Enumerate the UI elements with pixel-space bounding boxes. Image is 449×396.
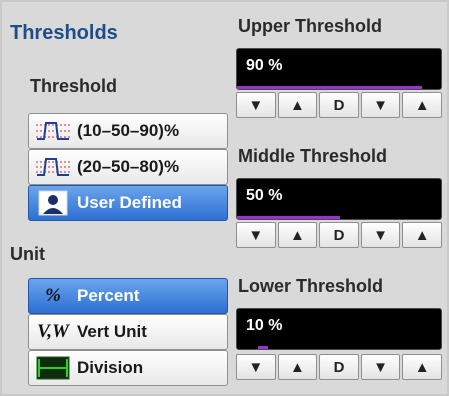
upper-coarse-increase-button[interactable]: ▲ <box>402 92 442 118</box>
middle-threshold-label: Middle Threshold <box>238 146 388 166</box>
threshold-user-defined-button[interactable]: User Defined <box>28 185 228 221</box>
lower-threshold-level-marker <box>258 346 268 349</box>
lower-threshold-value-field[interactable]: 10 % <box>236 308 442 350</box>
threshold-10-50-90-button[interactable]: (10–50–90)% <box>28 113 228 149</box>
upper-coarse-decrease-button[interactable]: ▼ <box>360 92 401 118</box>
middle-decrease-button[interactable]: ▼ <box>236 222 276 248</box>
unit-division-button[interactable]: Division <box>28 350 228 386</box>
upper-threshold-value-field[interactable]: 90 % <box>236 48 442 90</box>
unit-heading: Unit <box>10 244 45 264</box>
upper-threshold-level-bar <box>237 86 422 89</box>
threshold-option-label: User Defined <box>77 193 182 212</box>
lower-threshold-value: 10 % <box>246 317 283 334</box>
middle-coarse-increase-button[interactable]: ▲ <box>402 222 442 248</box>
upper-default-button[interactable]: D <box>319 92 359 118</box>
lower-decrease-button[interactable]: ▼ <box>236 354 276 380</box>
user-icon <box>29 190 77 216</box>
middle-threshold-controls: ▼ ▲ D ▼ ▲ <box>236 222 442 248</box>
percent-icon: % <box>45 285 61 306</box>
upper-increase-button[interactable]: ▲ <box>277 92 318 118</box>
unit-option-label: Percent <box>77 286 140 305</box>
threshold-heading: Threshold <box>30 76 118 96</box>
middle-threshold-value: 50 % <box>246 187 283 204</box>
unit-percent-button[interactable]: % Percent <box>28 278 228 314</box>
division-icon <box>29 356 77 380</box>
vert-unit-icon: V,W <box>37 321 69 342</box>
threshold-option-label: (20–50–80)% <box>77 157 180 176</box>
middle-increase-button[interactable]: ▲ <box>277 222 318 248</box>
unit-vert-unit-button[interactable]: V,W Vert Unit <box>28 314 228 350</box>
middle-threshold-level-bar <box>237 216 340 219</box>
lower-increase-button[interactable]: ▲ <box>277 354 318 380</box>
lower-coarse-increase-button[interactable]: ▲ <box>402 354 442 380</box>
lower-coarse-decrease-button[interactable]: ▼ <box>360 354 401 380</box>
upper-threshold-controls: ▼ ▲ D ▼ ▲ <box>236 92 442 118</box>
middle-default-button[interactable]: D <box>319 222 359 248</box>
lower-threshold-controls: ▼ ▲ D ▼ ▲ <box>236 354 442 380</box>
thresholds-title: Thresholds <box>10 22 118 44</box>
middle-coarse-decrease-button[interactable]: ▼ <box>360 222 401 248</box>
upper-threshold-label: Upper Threshold <box>238 16 383 36</box>
pulse-edge-icon <box>29 156 77 178</box>
lower-default-button[interactable]: D <box>319 354 359 380</box>
pulse-edge-icon <box>29 120 77 142</box>
lower-threshold-label: Lower Threshold <box>238 276 384 296</box>
upper-decrease-button[interactable]: ▼ <box>236 92 276 118</box>
threshold-option-label: (10–50–90)% <box>77 121 180 140</box>
threshold-20-50-80-button[interactable]: (20–50–80)% <box>28 149 228 185</box>
middle-threshold-value-field[interactable]: 50 % <box>236 178 442 220</box>
upper-threshold-value: 90 % <box>246 57 283 74</box>
unit-option-label: Division <box>77 358 144 377</box>
unit-option-label: Vert Unit <box>77 322 147 341</box>
